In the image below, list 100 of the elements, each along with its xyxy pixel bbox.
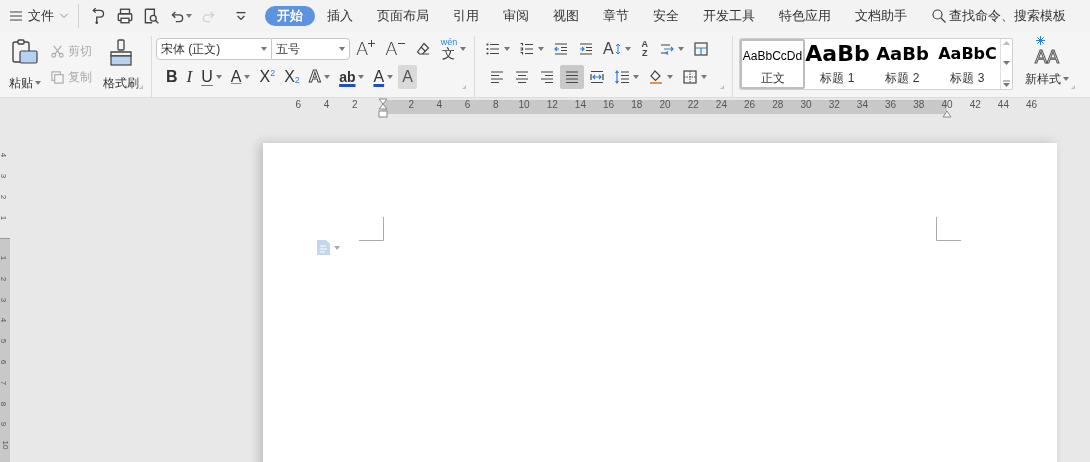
justify-button[interactable] [560,65,584,89]
grow-font-button[interactable]: A [352,37,380,61]
ruler-number: 30 [800,100,812,110]
file-menu-button[interactable]: 文件 [8,4,70,28]
ruler-number: 1 [0,215,8,221]
ruler-number: 2 [352,100,358,110]
caret-icon [538,47,544,51]
menu-icon [8,8,24,24]
new-style-button[interactable]: AA 新样式 [1019,36,1075,92]
style-option[interactable]: AaBbCcDd 正文 [740,39,805,89]
distributed-align-icon [589,69,605,85]
ruler-number: 24 [715,100,727,110]
format-painter-button[interactable]: 格式刷 [98,36,144,92]
caret-icon [324,75,331,79]
style-option[interactable]: AaBbC 标题 3 [935,39,1000,89]
ruler-number: 9 [0,422,8,427]
subscript-button[interactable]: X2 [280,65,304,89]
ribbon-tab[interactable]: 页面布局 [365,6,441,26]
ribbon-tab[interactable]: 文档助手 [843,6,919,26]
style-preview: AaBbCcDd [742,48,803,65]
sort-button[interactable]: AZ [635,37,654,61]
paint-bucket-icon [648,69,664,85]
ruler-number: 42 [969,100,981,110]
ruler-number: 6 [464,100,471,110]
ruler-number: 46 [1026,100,1038,110]
margin-corner-mark [936,217,961,241]
character-spacing-icon [658,41,675,57]
ruler-number: 3 [0,173,8,179]
italic-button[interactable]: I [182,65,197,89]
ribbon-tab[interactable]: 引用 [441,6,491,26]
align-center-icon [514,69,530,85]
style-name: 正文 [760,70,785,87]
ruler-number: 38 [913,100,925,110]
caret-icon [701,75,707,79]
caret-icon [633,75,639,79]
ribbon-tab[interactable]: 视图 [541,6,591,26]
ribbon-tab[interactable]: 插入 [315,6,365,26]
ribbon-tab[interactable]: 开发工具 [691,6,767,26]
style-name: 标题 3 [950,70,985,87]
style-preview: AaBb [805,41,870,68]
highlight-button[interactable]: ab [335,65,369,89]
underline-button[interactable]: U [197,65,226,89]
arrows-icon [613,43,622,55]
style-option[interactable]: AaBb 标题 1 [805,39,870,89]
ruler-number: 26 [744,100,756,110]
ribbon-tab[interactable]: 特色应用 [767,6,843,26]
character-shading-button[interactable]: A [398,65,417,89]
phonetic-guide-button[interactable]: wén 文 [436,37,471,61]
caret-icon [504,47,510,51]
style-option[interactable]: AaBb 标题 2 [870,39,935,89]
ruler-number: 4 [0,318,8,323]
increase-indent-icon [578,41,594,57]
margin-corner-mark [359,217,384,241]
caret-icon [35,81,41,85]
right-indent-marker-icon [942,110,952,118]
copy-icon [50,69,65,85]
chinese-layout-button[interactable]: A [599,37,635,61]
ruler-number: 10 [518,100,530,110]
ruler-number: 4 [0,152,8,158]
caret-icon [358,75,365,79]
decrease-indent-icon [553,41,569,57]
document-icon [317,240,330,255]
ruler-number: 5 [0,338,8,344]
ruler-number: 2 [408,100,414,110]
ruler-number: 4 [323,100,330,110]
ruler-number: 32 [828,100,840,110]
plus-icon [368,40,376,47]
bold-button[interactable]: B [162,65,182,89]
ribbon-tab[interactable]: 审阅 [491,6,541,26]
minus-icon [397,40,405,47]
ribbon-tab[interactable]: 安全 [641,6,691,26]
page-magnifier-icon [142,7,160,25]
search-field[interactable]: 查找命令、搜索模板 [931,4,1069,28]
style-preview: AaBbC [938,43,997,65]
eraser-icon [414,41,431,57]
ruler-number: 6 [295,100,302,110]
caret-icon [334,245,340,250]
ribbon-tab[interactable]: 章节 [591,6,641,26]
ruler-number: 22 [687,100,699,110]
font-size-dropdown[interactable]: 五号 [272,38,350,60]
paste-button[interactable]: 粘贴 [4,36,46,92]
ruler-number: 8 [0,401,8,406]
font-family-dropdown[interactable]: 宋体 (正文) [156,38,272,60]
strikethrough-button[interactable]: A [226,65,255,89]
scroll-down-icon [1003,60,1010,65]
caret-icon [624,47,631,51]
style-preview: AaBb [876,42,929,66]
expand-gallery-icon [1003,80,1010,87]
ruler-number: 1 [0,255,8,261]
font-color-button[interactable]: A [369,65,398,89]
shrink-font-button[interactable]: A [381,37,409,61]
ruler-number: 2 [0,276,8,281]
ruler-number: 10 [1,440,10,450]
gallery-scrollbar[interactable] [1000,39,1012,89]
ruler-number: 8 [493,100,499,110]
ruler-number: 44 [997,100,1009,110]
caret-icon [261,47,267,51]
ruler-number: 36 [885,100,897,110]
ruler-number: 4 [436,100,443,110]
caret-icon [460,47,467,51]
